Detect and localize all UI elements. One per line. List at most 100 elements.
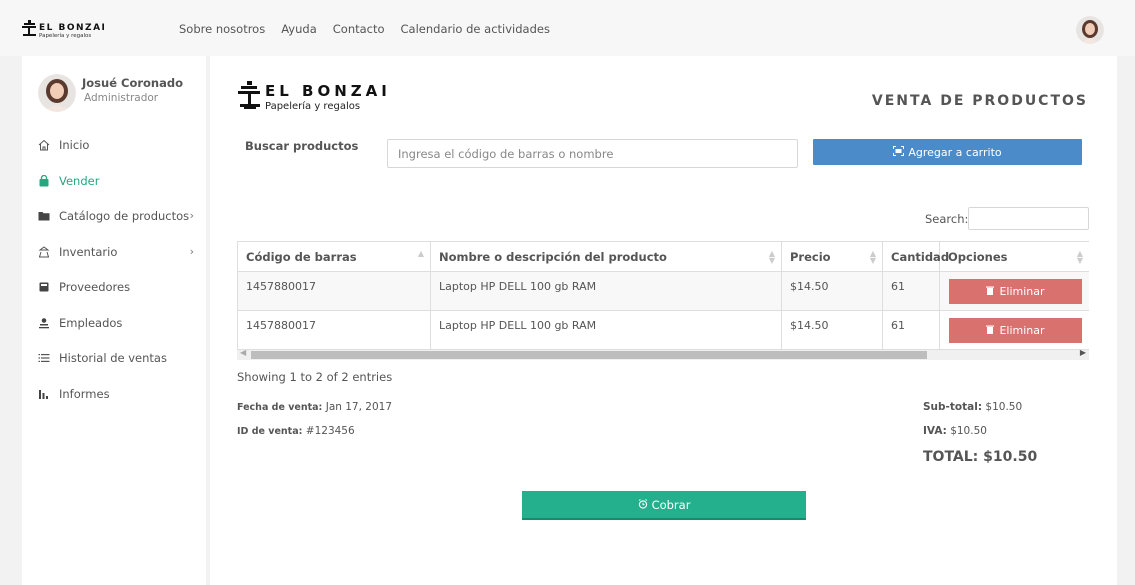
sale-info: Fecha de venta: Jan 17, 2017 ID de venta… bbox=[237, 401, 392, 449]
sidebar-item-inicio[interactable]: Inicio bbox=[38, 138, 198, 174]
cell-barcode: 1457880017 bbox=[237, 310, 431, 350]
boxes-icon bbox=[38, 245, 59, 259]
delete-button[interactable]: Eliminar bbox=[949, 279, 1082, 304]
bar-chart-icon bbox=[38, 387, 59, 401]
nav-link-help[interactable]: Ayuda bbox=[281, 22, 317, 36]
brand-logo[interactable]: EL BONZAI Papelería y regalos bbox=[22, 19, 132, 39]
sidebar-item-informes[interactable]: Informes bbox=[38, 387, 198, 423]
sidebar-item-empleados[interactable]: Empleados bbox=[38, 316, 198, 352]
total-label: TOTAL: bbox=[923, 449, 979, 465]
pay-button[interactable]: Cobrar bbox=[522, 491, 806, 518]
sidebar-item-label: Historial de ventas bbox=[59, 351, 167, 365]
totals: Sub-total: $10.50 IVA: $10.50 TOTAL: $10… bbox=[923, 401, 1037, 473]
page-title: VENTA DE PRODUCTOS bbox=[871, 93, 1088, 109]
scroll-right-icon[interactable]: ▶ bbox=[1080, 348, 1086, 357]
sidebar-item-label: Inventario bbox=[59, 244, 118, 259]
scroll-left-icon[interactable]: ◀ bbox=[240, 348, 246, 357]
sale-date-label: Fecha de venta: bbox=[237, 402, 323, 413]
person-icon bbox=[38, 316, 59, 330]
cell-price: $14.50 bbox=[781, 310, 883, 350]
subtotal-label: Sub-total: bbox=[923, 401, 983, 413]
list-icon bbox=[38, 351, 59, 365]
cell-barcode: 1457880017 bbox=[237, 271, 431, 311]
table-search-input[interactable] bbox=[968, 207, 1089, 230]
sidebar-menu: Inicio Vender Catálogo de productos › In… bbox=[38, 138, 198, 422]
sidebar-item-historial[interactable]: Historial de ventas bbox=[38, 351, 198, 387]
user-profile: Josué Coronado Administrador bbox=[38, 74, 208, 114]
sidebar-item-label: Catálogo de productos bbox=[59, 209, 190, 223]
brand-name-large: EL BONZAI bbox=[265, 82, 391, 100]
cell-price: $14.50 bbox=[781, 271, 883, 311]
add-to-cart-label: Agregar a carrito bbox=[908, 145, 1002, 159]
brand-tagline: Papelería y regalos bbox=[39, 32, 91, 39]
column-header-quantity[interactable]: Cantidad bbox=[882, 241, 949, 272]
trash-icon bbox=[986, 285, 995, 298]
brand-tagline-large: Papelería y regalos bbox=[265, 100, 360, 112]
brand-logo-large: EL BONZAI Papelería y regalos bbox=[238, 81, 391, 112]
entries-info: Showing 1 to 2 of 2 entries bbox=[237, 370, 393, 384]
table-row: 1457880017 Laptop HP DELL 100 gb RAM $14… bbox=[237, 271, 1089, 311]
table-row: 1457880017 Laptop HP DELL 100 gb RAM $14… bbox=[237, 310, 1089, 350]
top-navbar: EL BONZAI Papelería y regalos Sobre noso… bbox=[0, 0, 1135, 56]
cell-name: Laptop HP DELL 100 gb RAM bbox=[430, 310, 782, 350]
home-icon bbox=[38, 138, 59, 152]
delete-button[interactable]: Eliminar bbox=[949, 318, 1082, 343]
sidebar-item-catalogo[interactable]: Catálogo de productos › bbox=[38, 209, 198, 245]
iva-value: $10.50 bbox=[950, 425, 987, 437]
delete-label: Eliminar bbox=[999, 324, 1045, 337]
alarm-clock-icon bbox=[638, 498, 648, 512]
chevron-right-icon: › bbox=[189, 209, 194, 222]
user-avatar-top[interactable] bbox=[1076, 16, 1104, 44]
sort-icon: ▲ ▼ bbox=[1076, 249, 1083, 265]
products-table: Código de barras ▲ Nombre o descripción d… bbox=[237, 241, 1089, 350]
iva-label: IVA: bbox=[923, 425, 947, 437]
pay-button-label: Cobrar bbox=[651, 497, 691, 512]
add-to-cart-button[interactable]: Agregar a carrito bbox=[813, 139, 1082, 165]
products-table-wrap: Código de barras ▲ Nombre o descripción d… bbox=[237, 241, 1089, 363]
bag-icon bbox=[38, 174, 59, 188]
user-name: Josué Coronado bbox=[82, 76, 184, 90]
user-role: Administrador bbox=[84, 92, 159, 104]
cell-options: Eliminar bbox=[939, 271, 1089, 311]
top-nav-links: Sobre nosotros Ayuda Contacto Calendario… bbox=[179, 22, 566, 36]
nav-link-calendar[interactable]: Calendario de actividades bbox=[401, 22, 550, 36]
subtotal-value: $10.50 bbox=[985, 401, 1023, 413]
avatar[interactable] bbox=[38, 74, 76, 112]
sidebar-item-label: Empleados bbox=[59, 315, 123, 330]
delete-label: Eliminar bbox=[999, 285, 1045, 298]
column-header-price[interactable]: Precio ▲ ▼ bbox=[781, 241, 883, 272]
product-search-input[interactable] bbox=[387, 139, 798, 168]
folder-icon bbox=[38, 209, 59, 223]
sidebar-item-vender[interactable]: Vender bbox=[38, 174, 198, 210]
cell-qty: 61 bbox=[882, 271, 940, 311]
total-value: $10.50 bbox=[983, 449, 1038, 465]
main-panel: EL BONZAI Papelería y regalos VENTA DE P… bbox=[210, 56, 1117, 585]
table-search-label: Search: bbox=[925, 212, 969, 226]
nav-link-about[interactable]: Sobre nosotros bbox=[179, 22, 265, 36]
sidebar-item-label: Vender bbox=[59, 173, 100, 188]
chevron-right-icon: › bbox=[189, 244, 194, 258]
sidebar-item-proveedores[interactable]: Proveedores bbox=[38, 280, 198, 316]
sidebar-item-label: Proveedores bbox=[59, 280, 131, 294]
scrollbar-thumb[interactable] bbox=[251, 351, 927, 359]
column-header-name[interactable]: Nombre o descripción del producto ▲ ▼ bbox=[430, 241, 782, 272]
trash-icon bbox=[986, 324, 995, 337]
nav-link-contact[interactable]: Contacto bbox=[333, 22, 385, 36]
sidebar-item-label: Informes bbox=[59, 386, 110, 401]
horizontal-scrollbar[interactable]: ◀ ▶ bbox=[237, 348, 1089, 360]
barcode-icon bbox=[893, 145, 905, 159]
sort-icon: ▲ ▼ bbox=[768, 249, 775, 265]
sale-date: Jan 17, 2017 bbox=[325, 401, 392, 413]
cell-options: Eliminar bbox=[939, 310, 1089, 350]
sidebar-item-inventario[interactable]: Inventario › bbox=[38, 245, 198, 281]
brand-name: EL BONZAI bbox=[39, 23, 106, 33]
sort-asc-icon: ▲ bbox=[417, 249, 424, 258]
cell-qty: 61 bbox=[882, 310, 940, 350]
sort-icon: ▲ ▼ bbox=[869, 249, 876, 265]
sale-id-label: ID de venta: bbox=[237, 426, 303, 437]
search-label: Buscar productos bbox=[245, 139, 359, 153]
column-header-options[interactable]: Opciones ▲ ▼ bbox=[939, 241, 1089, 272]
column-header-barcode[interactable]: Código de barras ▲ bbox=[237, 241, 431, 272]
sidebar-item-label: Inicio bbox=[59, 138, 90, 152]
truck-icon bbox=[38, 280, 59, 294]
